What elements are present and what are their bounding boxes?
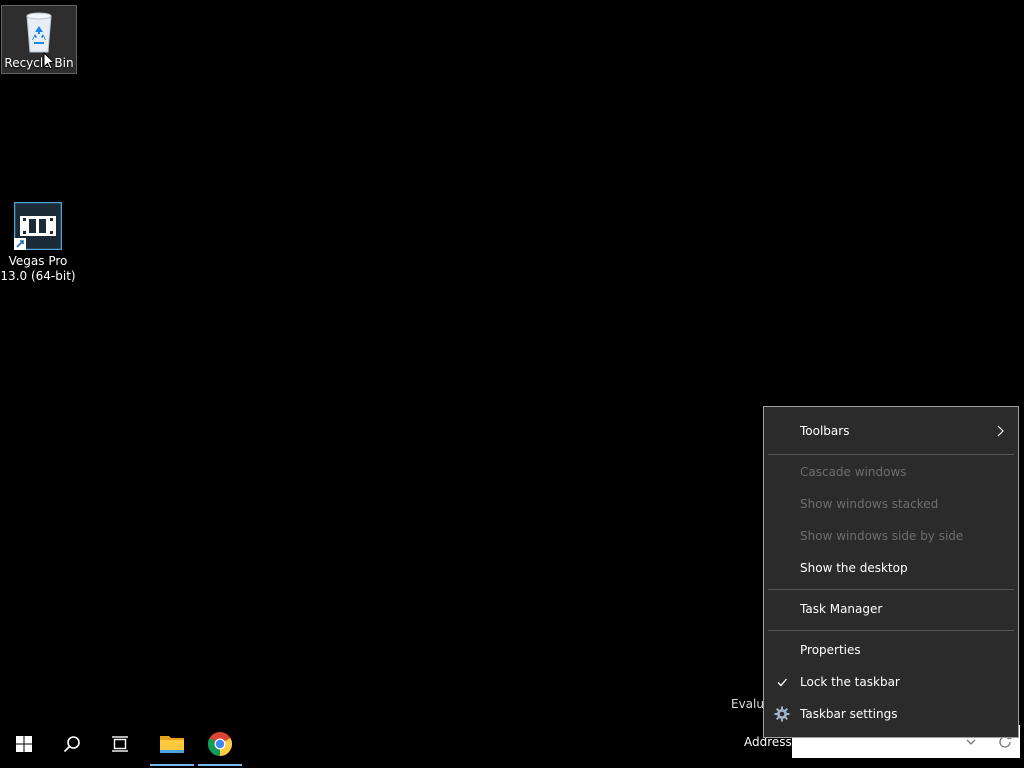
start-button[interactable]	[0, 720, 48, 768]
menu-item-label: Task Manager	[800, 602, 883, 616]
file-explorer-icon	[160, 736, 184, 753]
menu-item-label: Show the desktop	[800, 561, 908, 575]
chrome-icon	[207, 732, 233, 756]
recycle-bin-icon	[15, 8, 63, 56]
menu-item-lock-the-taskbar[interactable]: Lock the taskbar	[764, 666, 1018, 698]
menu-item-label: Show windows side by side	[800, 529, 964, 543]
menu-separator	[768, 454, 1014, 455]
task-view-button[interactable]	[96, 720, 144, 768]
menu-item-show-windows-side-by-side: Show windows side by side	[764, 520, 1018, 552]
menu-item-show-the-desktop[interactable]: Show the desktop	[764, 552, 1018, 584]
menu-item-label: Properties	[800, 643, 861, 657]
menu-item-task-manager[interactable]: Task Manager	[764, 593, 1018, 625]
menu-item-toolbars[interactable]: Toolbars	[764, 415, 1018, 447]
chevron-right-icon	[997, 425, 1004, 437]
menu-item-label: Taskbar settings	[800, 707, 898, 721]
windows-logo-icon	[16, 736, 32, 752]
checkmark-icon	[774, 674, 790, 690]
vegas-pro-shortcut[interactable]: Vegas Pro 13.0 (64-bit)	[0, 201, 76, 284]
search-button[interactable]	[48, 720, 96, 768]
taskbar-context-menu: Toolbars Cascade windows Show windows st…	[763, 406, 1019, 738]
recycle-bin-label: Recycle Bin	[4, 56, 74, 70]
menu-item-label: Cascade windows	[800, 465, 907, 479]
menu-separator	[768, 630, 1014, 631]
chrome-button[interactable]	[196, 720, 244, 768]
task-view-icon	[112, 736, 128, 752]
mouse-cursor-icon	[43, 52, 55, 70]
menu-item-taskbar-settings[interactable]: Taskbar settings	[764, 698, 1018, 730]
file-explorer-running-indicator	[150, 764, 194, 766]
menu-item-label: Lock the taskbar	[800, 675, 900, 689]
file-explorer-button[interactable]	[148, 720, 196, 768]
vegas-pro-icon	[13, 201, 63, 251]
menu-item-cascade-windows: Cascade windows	[764, 456, 1018, 488]
menu-item-properties[interactable]: Properties	[764, 634, 1018, 666]
vegas-pro-label-line2: 13.0 (64-bit)	[0, 269, 76, 283]
gear-icon	[774, 706, 790, 722]
menu-item-label: Toolbars	[800, 424, 850, 438]
menu-item-show-windows-stacked: Show windows stacked	[764, 488, 1018, 520]
menu-separator	[768, 589, 1014, 590]
vegas-pro-label-line1: Vegas Pro	[8, 254, 68, 268]
chrome-running-indicator	[198, 764, 242, 766]
search-icon	[63, 736, 80, 753]
menu-item-label: Show windows stacked	[800, 497, 939, 511]
recycle-bin-shortcut[interactable]: Recycle Bin	[1, 5, 77, 74]
